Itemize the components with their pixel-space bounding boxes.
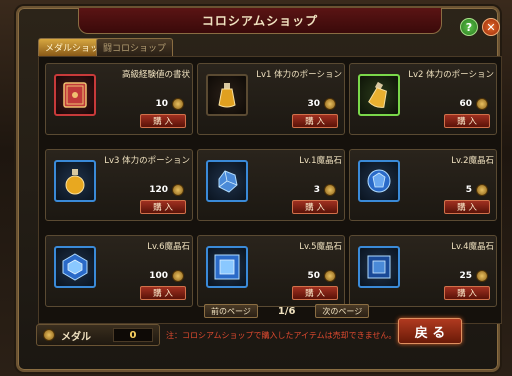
medal-icon — [43, 329, 55, 341]
item-name: 高級経験値の書状 — [121, 70, 190, 80]
window-title: コロシアムショップ — [201, 14, 319, 28]
pagination: 前のページ 1/6 次のページ — [204, 304, 370, 318]
item-name: Lv.6魔晶石 — [147, 242, 190, 252]
item-price: 10 — [155, 99, 168, 109]
buy-button[interactable]: 購 入 — [444, 286, 490, 300]
medal-icon — [324, 270, 336, 282]
item-price: 25 — [459, 271, 472, 281]
potion-icon — [368, 81, 387, 108]
buy-button[interactable]: 購 入 — [444, 200, 490, 214]
price-row: 60 — [459, 98, 488, 110]
medal-icon — [172, 184, 184, 196]
item-frame — [54, 160, 96, 202]
item-frame — [206, 246, 248, 288]
item-frame — [54, 246, 96, 288]
item-card: Lv.2魔晶石 5 購 入 — [349, 149, 497, 221]
medal-icon — [324, 184, 336, 196]
page-indicator: 1/6 — [277, 305, 296, 317]
medal-icon — [324, 98, 336, 110]
prev-page-button[interactable]: 前のページ — [204, 304, 258, 318]
crystal-icon — [218, 170, 238, 193]
item-card: Lv.4魔晶石 25 購 入 — [349, 235, 497, 307]
medal-icon — [476, 184, 488, 196]
item-name: Lv3 体力のポーション — [104, 156, 190, 166]
buy-button[interactable]: 購 入 — [292, 200, 338, 214]
title-bar: コロシアムショップ — [78, 8, 442, 34]
item-name: Lv.5魔晶石 — [299, 242, 342, 252]
close-button[interactable]: ✕ — [482, 18, 500, 36]
price-row: 3 — [314, 184, 336, 196]
price-row: 10 — [155, 98, 184, 110]
item-grid: 高級経験値の書状 10 購 入 Lv1 体力のポーション 30 購 入 Lv2 … — [38, 56, 502, 324]
item-card: Lv.1魔晶石 3 購 入 — [197, 149, 345, 221]
item-frame — [206, 160, 248, 202]
crystal-icon — [367, 255, 391, 279]
tab-colosseum-shop[interactable]: 闘コロショップ — [96, 38, 174, 56]
medal-icon — [476, 270, 488, 282]
medal-icon — [172, 98, 184, 110]
item-price: 100 — [149, 271, 168, 281]
item-frame — [358, 246, 400, 288]
price-row: 50 — [307, 270, 336, 282]
medal-value: 0 — [113, 328, 153, 342]
item-frame — [54, 74, 96, 116]
item-name: Lv.1魔晶石 — [299, 156, 342, 166]
item-price: 5 — [465, 185, 472, 195]
back-button[interactable]: 戻 る — [398, 318, 462, 344]
price-row: 25 — [459, 270, 488, 282]
item-price: 60 — [459, 99, 472, 109]
buy-button[interactable]: 購 入 — [140, 200, 186, 214]
buy-button[interactable]: 購 入 — [292, 114, 338, 128]
item-card: Lv.5魔晶石 50 購 入 — [197, 235, 345, 307]
item-name: Lv1 体力のポーション — [256, 70, 342, 80]
medal-balance: メダル 0 — [36, 324, 160, 346]
notice-text: 注：コロシアムショップで購入したアイテムは売却できません。 — [166, 331, 397, 340]
help-button[interactable]: ? — [460, 18, 478, 36]
crystal-icon — [62, 253, 88, 281]
price-row: 30 — [307, 98, 336, 110]
medal-label: メダル — [61, 331, 91, 343]
crystal-icon — [214, 254, 240, 280]
potion-icon — [218, 83, 236, 108]
item-frame — [358, 160, 400, 202]
crystal-icon — [367, 169, 391, 193]
price-row: 100 — [149, 270, 184, 282]
buy-button[interactable]: 購 入 — [140, 286, 186, 300]
potion-icon — [65, 169, 85, 195]
item-frame — [358, 74, 400, 116]
medal-icon — [476, 98, 488, 110]
item-name: Lv.2魔晶石 — [451, 156, 494, 166]
item-price: 30 — [307, 99, 320, 109]
item-price: 50 — [307, 271, 320, 281]
item-frame — [206, 74, 248, 116]
medal-icon — [172, 270, 184, 282]
item-name: Lv2 体力のポーション — [408, 70, 494, 80]
item-price: 3 — [313, 185, 320, 195]
item-card: Lv.6魔晶石 100 購 入 — [45, 235, 193, 307]
item-card: Lv1 体力のポーション 30 購 入 — [197, 63, 345, 135]
buy-button[interactable]: 購 入 — [292, 286, 338, 300]
price-row: 120 — [149, 184, 184, 196]
item-name: Lv.4魔晶石 — [451, 242, 494, 252]
item-card: Lv3 体力のポーション 120 購 入 — [45, 149, 193, 221]
book-icon — [63, 82, 87, 108]
next-page-button[interactable]: 次のページ — [315, 304, 370, 318]
item-card: 高級経験値の書状 10 購 入 — [45, 63, 193, 135]
item-price: 120 — [149, 185, 168, 195]
buy-button[interactable]: 購 入 — [140, 114, 186, 128]
price-row: 5 — [466, 184, 488, 196]
buy-button[interactable]: 購 入 — [444, 114, 490, 128]
item-card: Lv2 体力のポーション 60 購 入 — [349, 63, 497, 135]
